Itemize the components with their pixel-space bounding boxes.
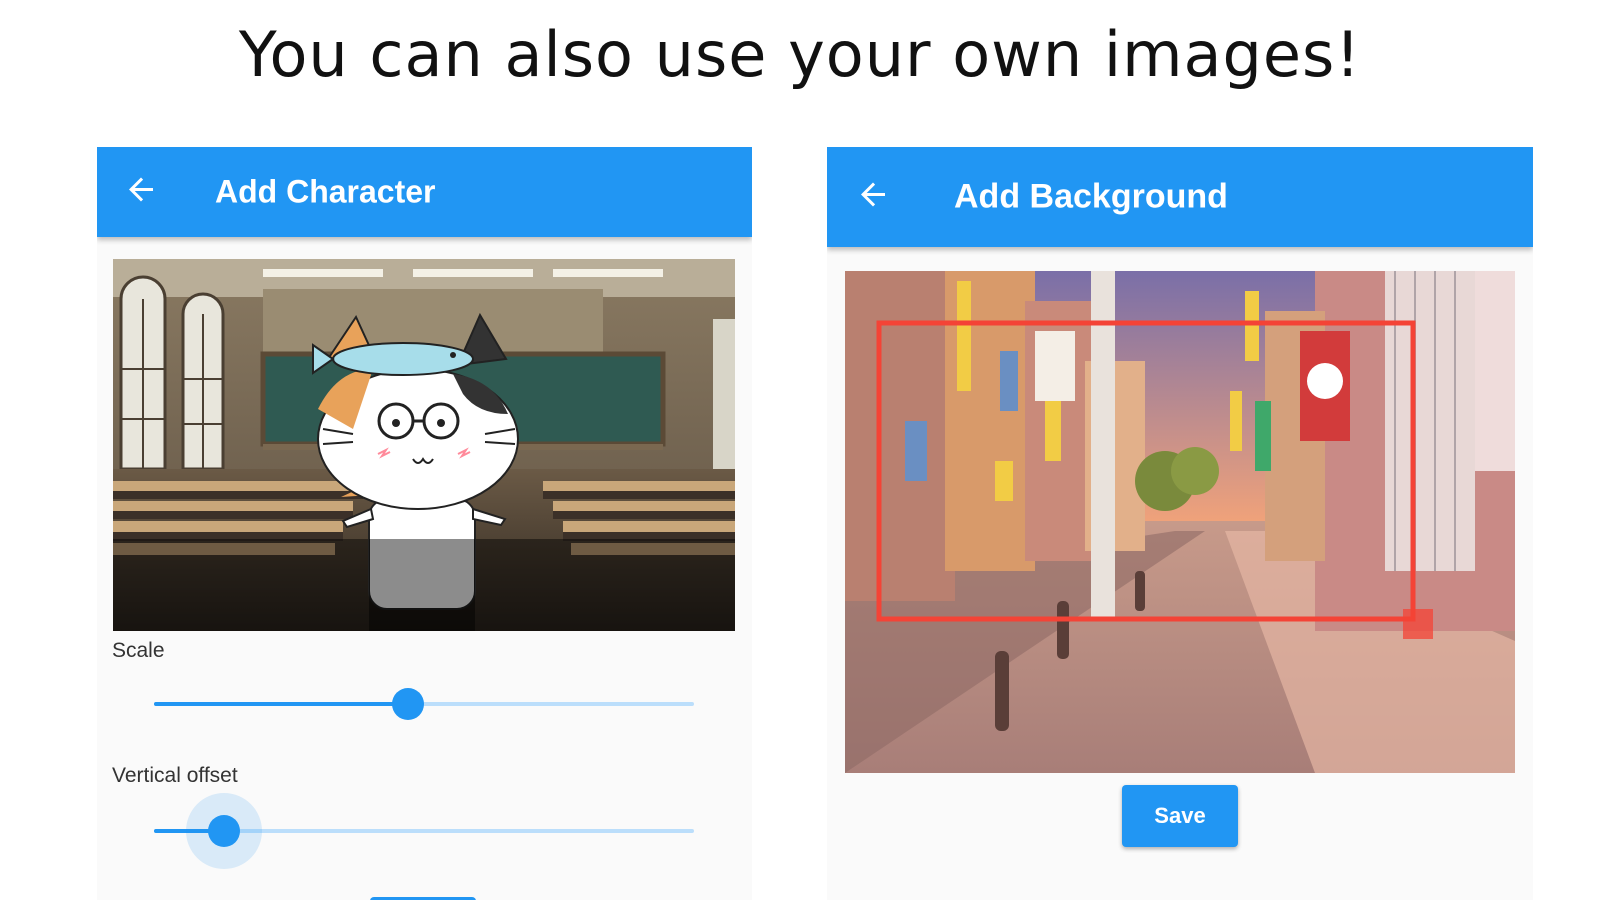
app-bar: Add Character bbox=[97, 147, 752, 237]
page-title: Add Background bbox=[954, 177, 1228, 216]
add-background-screen: Add Background Save bbox=[827, 147, 1533, 900]
headline: You can also use your own images! bbox=[238, 18, 1362, 91]
slider-thumb[interactable] bbox=[208, 815, 241, 847]
add-character-screen: Add Character Scale Vertical offset bbox=[97, 147, 752, 900]
vertical-offset-slider[interactable] bbox=[154, 793, 694, 869]
app-bar: Add Background bbox=[827, 147, 1533, 247]
scale-label: Scale bbox=[112, 639, 165, 662]
page-title: Add Character bbox=[215, 173, 436, 210]
scale-slider[interactable] bbox=[154, 682, 694, 726]
arrow-left-icon[interactable] bbox=[855, 177, 891, 218]
slider-thumb[interactable] bbox=[391, 688, 424, 720]
street-scene bbox=[845, 271, 1515, 773]
character-preview[interactable] bbox=[113, 259, 735, 631]
save-button[interactable]: Save bbox=[1122, 785, 1238, 847]
classroom-scene bbox=[113, 259, 735, 631]
background-image[interactable] bbox=[845, 271, 1515, 773]
vertical-offset-label: Vertical offset bbox=[112, 764, 238, 787]
crop-resize-handle bbox=[1403, 609, 1433, 639]
arrow-left-icon[interactable] bbox=[123, 172, 159, 213]
slider-fill bbox=[154, 702, 408, 706]
